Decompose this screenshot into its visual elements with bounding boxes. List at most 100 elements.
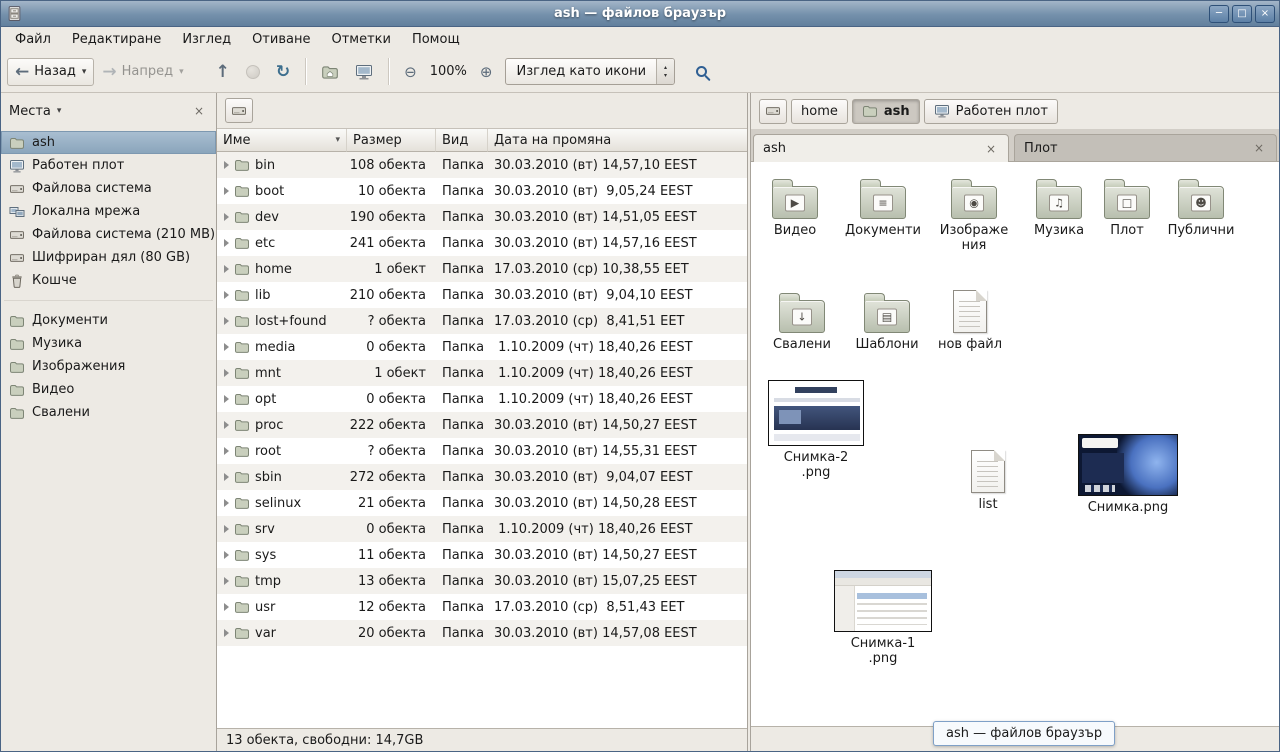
table-row[interactable]: sys11 обектаПапка30.03.2010 (вт) 14,50,2… (217, 542, 747, 568)
icon-item-list-file[interactable]: list (963, 450, 1013, 512)
icon-item-new-file[interactable]: нов файл (935, 290, 1005, 352)
icon-item-snimka[interactable]: Снимка.png (1077, 434, 1179, 515)
tab-desktop[interactable]: Плот × (1014, 134, 1277, 161)
sidebar-item[interactable]: Файлова система (1, 177, 216, 200)
expander-icon[interactable] (224, 161, 229, 169)
menu-item[interactable]: Редактиране (63, 30, 170, 49)
minimize-button[interactable]: ─ (1209, 5, 1229, 23)
table-row[interactable]: dev190 обектаПапка30.03.2010 (вт) 14,51,… (217, 204, 747, 230)
tab-close-icon[interactable]: × (1251, 140, 1267, 156)
close-button[interactable]: × (1255, 5, 1275, 23)
icon-item-public[interactable]: ☻ Публични (1165, 178, 1237, 238)
menu-item[interactable]: Помощ (403, 30, 469, 49)
table-row[interactable]: mnt1 обектПапка 1.10.2009 (чт) 18,40,26 … (217, 360, 747, 386)
menu-item[interactable]: Отиване (243, 30, 319, 49)
places-dropdown-icon[interactable]: ▾ (57, 106, 62, 116)
expander-icon[interactable] (224, 577, 229, 585)
icon-item-documents[interactable]: ≡ Документи (843, 178, 923, 238)
table-row[interactable]: root? обектаПапка30.03.2010 (вт) 14,55,3… (217, 438, 747, 464)
icon-item-templates[interactable]: ▤ Шаблони (853, 292, 921, 352)
sort-dropdown-icon[interactable]: ▾ (335, 135, 340, 145)
icon-view[interactable]: ▶ Видео ≡ Документи ◉ Изображения ♫ Музи… (751, 162, 1279, 726)
menu-item[interactable]: Изглед (173, 30, 240, 49)
table-row[interactable]: boot10 обектаПапка30.03.2010 (вт) 9,05,2… (217, 178, 747, 204)
icon-item-music[interactable]: ♫ Музика (1029, 178, 1089, 238)
home-button[interactable] (313, 57, 347, 87)
expander-icon[interactable] (224, 265, 229, 273)
expander-icon[interactable] (224, 369, 229, 377)
breadcrumb-ash-button[interactable]: ash (852, 99, 920, 124)
column-header-type[interactable]: Вид (436, 129, 488, 152)
sidebar-item[interactable]: Шифриран дял (80 GB) (1, 246, 216, 269)
icon-item-snimka1[interactable]: Снимка-1.png (833, 570, 933, 666)
table-row[interactable]: var20 обектаПапка30.03.2010 (вт) 14,57,0… (217, 620, 747, 646)
table-row[interactable]: etc241 обектаПапка30.03.2010 (вт) 14,57,… (217, 230, 747, 256)
breadcrumb-home-button[interactable]: home (791, 99, 848, 124)
sidebar-item[interactable]: ash (1, 131, 216, 154)
tab-ash[interactable]: ash × (753, 134, 1009, 162)
icon-item-downloads[interactable]: ↓ Свалени (771, 292, 833, 352)
expander-icon[interactable] (224, 343, 229, 351)
zoom-in-button[interactable]: ⊕ (472, 58, 501, 86)
sidebar-item[interactable]: Файлова система (210 MB) (1, 223, 216, 246)
table-row[interactable]: tmp13 обектаПапка30.03.2010 (вт) 15,07,2… (217, 568, 747, 594)
stop-button[interactable] (238, 59, 268, 85)
breadcrumb-root-button[interactable] (759, 99, 787, 124)
sidebar-close-icon[interactable]: × (190, 102, 208, 120)
expander-icon[interactable] (224, 447, 229, 455)
column-header-size[interactable]: Размер (347, 129, 436, 152)
expander-icon[interactable] (224, 291, 229, 299)
places-title[interactable]: Места (9, 104, 51, 119)
sidebar-item[interactable]: Видео (1, 378, 216, 401)
sidebar-item[interactable]: Изображения (1, 355, 216, 378)
menu-item[interactable]: Отметки (322, 30, 399, 49)
expander-icon[interactable] (224, 551, 229, 559)
table-row[interactable]: srv0 обектаПапка 1.10.2009 (чт) 18,40,26… (217, 516, 747, 542)
table-row[interactable]: proc222 обектаПапка30.03.2010 (вт) 14,50… (217, 412, 747, 438)
combo-spinner-icon[interactable]: ▴ ▾ (656, 59, 674, 84)
icon-item-images[interactable]: ◉ Изображения (937, 178, 1011, 253)
icon-item-desktop[interactable]: □ Плот (1103, 178, 1151, 238)
title-bar[interactable]: ash — файлов браузър ─ □ × (1, 1, 1279, 27)
up-button[interactable]: ↑ (208, 58, 238, 86)
sidebar-item[interactable]: Свалени (1, 401, 216, 424)
root-location-button[interactable] (225, 98, 253, 123)
file-list-body[interactable]: bin108 обектаПапка30.03.2010 (вт) 14,57,… (217, 152, 747, 728)
forward-button[interactable]: → Напред ▾ (94, 58, 191, 86)
back-button[interactable]: ← Назад ▾ (7, 58, 94, 86)
table-row[interactable]: media0 обектаПапка 1.10.2009 (чт) 18,40,… (217, 334, 747, 360)
breadcrumb-desktop-button[interactable]: Работен плот (924, 99, 1058, 124)
reload-button[interactable]: ↻ (268, 58, 298, 86)
table-row[interactable]: selinux21 обектаПапка30.03.2010 (вт) 14,… (217, 490, 747, 516)
expander-icon[interactable] (224, 525, 229, 533)
expander-icon[interactable] (224, 213, 229, 221)
table-row[interactable]: home1 обектПапка17.03.2010 (ср) 10,38,55… (217, 256, 747, 282)
expander-icon[interactable] (224, 499, 229, 507)
table-row[interactable]: opt0 обектаПапка 1.10.2009 (чт) 18,40,26… (217, 386, 747, 412)
expander-icon[interactable] (224, 629, 229, 637)
expander-icon[interactable] (224, 239, 229, 247)
icon-item-video[interactable]: ▶ Видео (765, 178, 825, 238)
column-header-name[interactable]: Име ▾ (217, 129, 347, 152)
sidebar-item[interactable]: Документи (1, 309, 216, 332)
table-row[interactable]: usr12 обектаПапка17.03.2010 (ср) 8,51,43… (217, 594, 747, 620)
maximize-button[interactable]: □ (1232, 5, 1252, 23)
expander-icon[interactable] (224, 473, 229, 481)
expander-icon[interactable] (224, 421, 229, 429)
computer-button[interactable] (347, 57, 381, 87)
menu-item[interactable]: Файл (6, 30, 60, 49)
sidebar-item[interactable]: Локална мрежа (1, 200, 216, 223)
table-row[interactable]: bin108 обектаПапка30.03.2010 (вт) 14,57,… (217, 152, 747, 178)
expander-icon[interactable] (224, 603, 229, 611)
zoom-out-button[interactable]: ⊖ (396, 58, 425, 86)
sidebar-item[interactable]: Кошче (1, 269, 216, 292)
expander-icon[interactable] (224, 395, 229, 403)
sidebar-item[interactable]: Работен плот (1, 154, 216, 177)
view-mode-combo[interactable]: Изглед като икони ▴ ▾ (505, 58, 675, 85)
sidebar-item[interactable]: Музика (1, 332, 216, 355)
column-header-date[interactable]: Дата на промяна (488, 129, 747, 152)
back-dropdown-icon[interactable]: ▾ (82, 67, 87, 77)
table-row[interactable]: lost+found? обектаПапка17.03.2010 (ср) 8… (217, 308, 747, 334)
expander-icon[interactable] (224, 317, 229, 325)
search-button[interactable] (688, 60, 715, 83)
